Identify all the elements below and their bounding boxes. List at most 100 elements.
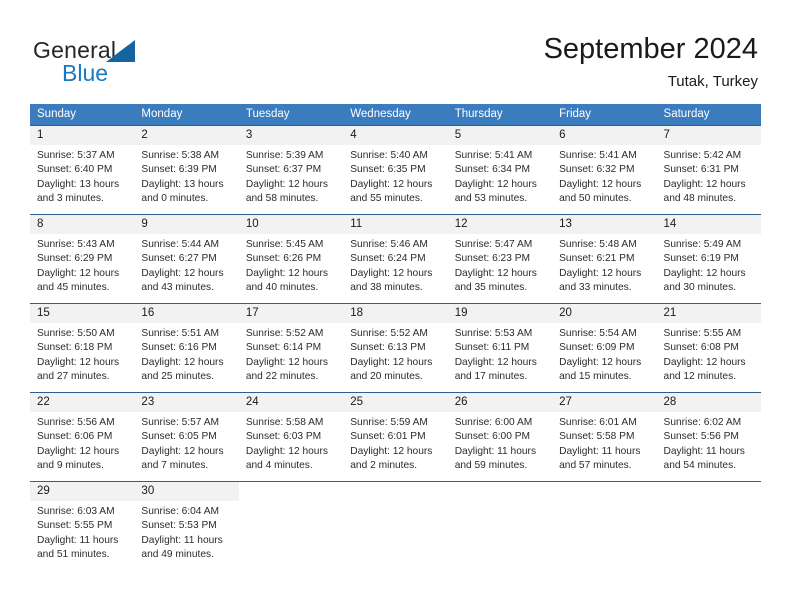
calendar-day-cell[interactable]: 9 Sunrise: 5:44 AM Sunset: 6:27 PM Daylight…: [134, 215, 239, 303]
sunset-text: Sunset: 6:40 PM: [37, 164, 113, 176]
sunset-text: Sunset: 6:14 PM: [245, 342, 322, 354]
day-sun-info: Sunrise: 5:50 AM Sunset: 6:18 PM Daylight:…: [30, 323, 134, 390]
calendar-day-cell[interactable]: 22 Sunrise: 5:56 AM Sunset: 6:06 PM Dayligh…: [30, 393, 135, 481]
daylight-text-line2: and 33 minutes.: [559, 281, 632, 293]
calendar-day-cell[interactable]: 3 Sunrise: 5:39 AM Sunset: 6:37 PM Daylight…: [238, 126, 344, 214]
daylight-text-line1: Daylight: 12 hours: [454, 267, 537, 279]
calendar-day-cell[interactable]: 4 Sunrise: 5:40 AM Sunset: 6:35 PM Daylight…: [343, 126, 448, 214]
calendar-day-cell[interactable]: 26 Sunrise: 6:00 AM Sunset: 6:00 PM Dayligh…: [447, 393, 553, 481]
calendar-day-cell[interactable]: 15 Sunrise: 5:50 AM Sunset: 6:18 PM Dayligh…: [30, 304, 135, 392]
daylight-text-line2: and 43 minutes.: [141, 281, 214, 293]
title-block: September 2024 Tutak, Turkey: [544, 32, 758, 92]
calendar-day-cell[interactable]: 12 Sunrise: 5:47 AM Sunset: 6:23 PM Dayligh…: [447, 215, 553, 303]
day-sun-info: Sunrise: 5:51 AM Sunset: 6:16 PM Daylight:…: [134, 323, 238, 390]
sunrise-text: Sunrise: 6:01 AM: [559, 417, 637, 428]
calendar-day-cell[interactable]: 13 Sunrise: 5:48 AM Sunset: 6:21 PM Dayligh…: [552, 215, 657, 303]
calendar-day-cell[interactable]: 24 Sunrise: 5:58 AM Sunset: 6:03 PM Dayligh…: [238, 393, 344, 481]
day-sun-info: Sunrise: 5:43 AM Sunset: 6:29 PM Daylight:…: [30, 234, 134, 301]
day-number: 3: [238, 126, 344, 145]
calendar-day-cell[interactable]: 17 Sunrise: 5:52 AM Sunset: 6:14 PM Dayligh…: [238, 304, 344, 392]
calendar-day-cell[interactable]: 11 Sunrise: 5:46 AM Sunset: 6:24 PM Dayligh…: [343, 215, 448, 303]
day-number: 15: [30, 304, 135, 323]
day-sun-info: Sunrise: 5:52 AM Sunset: 6:14 PM Daylight:…: [239, 323, 343, 390]
daylight-text-line2: and 30 minutes.: [663, 281, 737, 293]
calendar-day-cell[interactable]: 30 Sunrise: 6:04 AM Sunset: 5:53 PM Dayligh…: [134, 482, 239, 570]
daylight-text-line1: Daylight: 12 hours: [454, 178, 537, 190]
daylight-text-line1: Daylight: 11 hours: [663, 445, 745, 457]
sunset-text: Sunset: 5:55 PM: [37, 520, 113, 532]
calendar-day-cell[interactable]: 23 Sunrise: 5:57 AM Sunset: 6:05 PM Dayligh…: [134, 393, 239, 481]
daylight-text-line2: and 4 minutes.: [245, 459, 313, 471]
day-sun-info: Sunrise: 5:56 AM Sunset: 6:06 PM Daylight:…: [30, 412, 134, 479]
day-sun-info: Sunrise: 6:02 AM Sunset: 5:56 PM Daylight:…: [657, 412, 761, 479]
sunset-text: Sunset: 6:24 PM: [350, 253, 426, 265]
calendar-day-cell[interactable]: 16 Sunrise: 5:51 AM Sunset: 6:16 PM Dayligh…: [134, 304, 239, 392]
general-blue-logo[interactable]: General Blue: [33, 37, 213, 87]
sunrise-text: Sunrise: 5:37 AM: [37, 150, 115, 161]
day-number: 17: [238, 304, 344, 323]
daylight-text-line1: Daylight: 12 hours: [350, 356, 433, 368]
calendar-day-cell[interactable]: 19 Sunrise: 5:53 AM Sunset: 6:11 PM Dayligh…: [447, 304, 553, 392]
calendar-day-cell[interactable]: 10 Sunrise: 5:45 AM Sunset: 6:26 PM Dayligh…: [238, 215, 344, 303]
daylight-text-line2: and 58 minutes.: [245, 192, 319, 204]
sunset-text: Sunset: 6:00 PM: [454, 431, 531, 443]
sunset-text: Sunset: 6:01 PM: [350, 431, 426, 443]
sunrise-text: Sunrise: 5:49 AM: [663, 239, 742, 250]
daylight-text-line1: Daylight: 12 hours: [454, 356, 537, 368]
sunrise-text: Sunrise: 5:38 AM: [141, 150, 220, 161]
daylight-text-line2: and 17 minutes.: [454, 370, 528, 382]
day-number: [343, 482, 448, 501]
daylight-text-line2: and 50 minutes.: [559, 192, 632, 204]
daylight-text-line2: and 20 minutes.: [350, 370, 423, 382]
day-number: 27: [552, 393, 657, 412]
calendar-day-cell[interactable]: 2 Sunrise: 5:38 AM Sunset: 6:39 PM Daylight…: [134, 126, 239, 214]
day-sun-info: Sunrise: 5:55 AM Sunset: 6:08 PM Daylight:…: [657, 323, 761, 390]
daylight-text-line1: Daylight: 12 hours: [141, 267, 224, 279]
sunset-text: Sunset: 6:03 PM: [245, 431, 322, 443]
daylight-text-line2: and 45 minutes.: [37, 281, 110, 293]
calendar-day-cell[interactable]: 28 Sunrise: 6:02 AM Sunset: 5:56 PM Dayligh…: [656, 393, 761, 481]
calendar-day-cell[interactable]: 8 Sunrise: 5:43 AM Sunset: 6:29 PM Daylight…: [30, 215, 135, 303]
calendar-day-cell[interactable]: 20 Sunrise: 5:54 AM Sunset: 6:09 PM Dayligh…: [552, 304, 657, 392]
sunset-text: Sunset: 5:56 PM: [663, 431, 739, 443]
daylight-text-line1: Daylight: 12 hours: [245, 445, 328, 457]
calendar-day-cell[interactable]: 14 Sunrise: 5:49 AM Sunset: 6:19 PM Dayligh…: [656, 215, 761, 303]
daylight-text-line2: and 57 minutes.: [559, 459, 632, 471]
daylight-text-line1: Daylight: 12 hours: [37, 445, 120, 457]
calendar-day-cell[interactable]: 5 Sunrise: 5:41 AM Sunset: 6:34 PM Daylight…: [447, 126, 553, 214]
sunset-text: Sunset: 6:09 PM: [559, 342, 635, 354]
daylight-text-line1: Daylight: 11 hours: [141, 534, 223, 546]
calendar-day-cell[interactable]: 21 Sunrise: 5:55 AM Sunset: 6:08 PM Dayligh…: [656, 304, 761, 392]
daylight-text-line2: and 0 minutes.: [141, 192, 209, 204]
day-number: 23: [134, 393, 239, 412]
page-subtitle-location: Tutak, Turkey: [667, 73, 758, 90]
calendar-day-cell[interactable]: 7 Sunrise: 5:42 AM Sunset: 6:31 PM Daylight…: [656, 126, 761, 214]
sunset-text: Sunset: 6:39 PM: [141, 164, 217, 176]
calendar-day-cell[interactable]: 29 Sunrise: 6:03 AM Sunset: 5:55 PM Dayligh…: [30, 482, 135, 570]
calendar-day-cell[interactable]: 25 Sunrise: 5:59 AM Sunset: 6:01 PM Dayligh…: [343, 393, 448, 481]
day-number: 16: [134, 304, 239, 323]
day-number: 19: [447, 304, 553, 323]
sunrise-text: Sunrise: 5:42 AM: [663, 150, 742, 161]
calendar-day-cell[interactable]: 27 Sunrise: 6:01 AM Sunset: 5:58 PM Dayligh…: [552, 393, 657, 481]
day-number: 9: [134, 215, 239, 234]
daylight-text-line2: and 53 minutes.: [454, 192, 528, 204]
day-sun-info: Sunrise: 5:42 AM Sunset: 6:31 PM Daylight:…: [657, 145, 761, 212]
daylight-text-line1: Daylight: 12 hours: [559, 356, 642, 368]
calendar-day-cell[interactable]: 6 Sunrise: 5:41 AM Sunset: 6:32 PM Daylight…: [552, 126, 657, 214]
sunrise-text: Sunrise: 5:41 AM: [559, 150, 637, 161]
calendar-week-row: 29 Sunrise: 6:03 AM Sunset: 5:55 PM Dayligh…: [30, 481, 761, 570]
daylight-text-line2: and 22 minutes.: [245, 370, 319, 382]
sunrise-text: Sunrise: 5:44 AM: [141, 239, 220, 250]
daylight-text-line2: and 38 minutes.: [350, 281, 423, 293]
daylight-text-line2: and 15 minutes.: [559, 370, 632, 382]
daylight-text-line1: Daylight: 12 hours: [559, 267, 642, 279]
sunrise-text: Sunrise: 5:51 AM: [141, 328, 220, 339]
calendar-day-cell[interactable]: 18 Sunrise: 5:52 AM Sunset: 6:13 PM Dayligh…: [343, 304, 448, 392]
sunset-text: Sunset: 6:11 PM: [454, 342, 530, 354]
day-sun-info: Sunrise: 5:49 AM Sunset: 6:19 PM Daylight:…: [657, 234, 761, 301]
sunset-text: Sunset: 6:37 PM: [245, 164, 322, 176]
calendar-day-cell[interactable]: 1 Sunrise: 5:37 AM Sunset: 6:40 PM Daylight…: [30, 126, 135, 214]
calendar-day-cell-empty: [343, 482, 448, 570]
sunrise-text: Sunrise: 5:58 AM: [245, 417, 324, 428]
